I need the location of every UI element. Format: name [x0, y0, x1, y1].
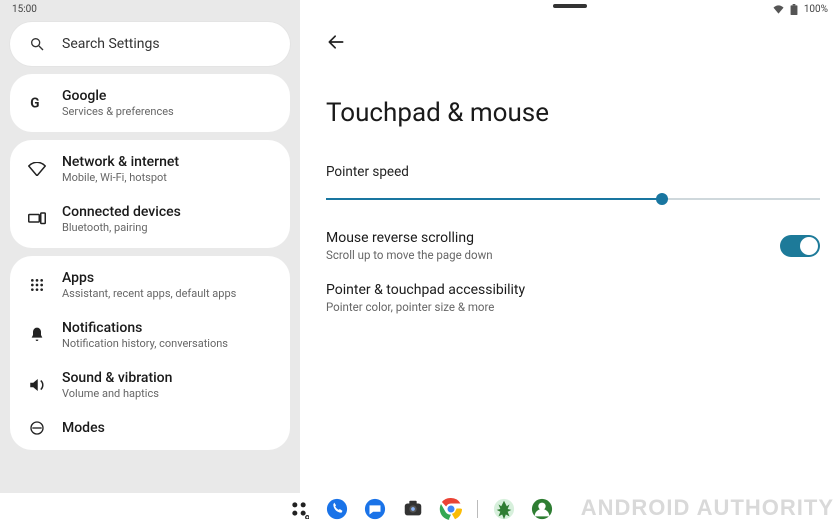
- taskbar-separator: [477, 500, 478, 518]
- reverse-scrolling-row[interactable]: Mouse reverse scrolling Scroll up to mov…: [326, 230, 820, 262]
- status-time: 15:00: [12, 4, 37, 15]
- sidebar-group-apps: Apps Assistant, recent apps, default app…: [10, 256, 290, 450]
- sidebar-item-network[interactable]: Network & internet Mobile, Wi-Fi, hotspo…: [10, 144, 290, 194]
- reverse-scrolling-sub: Scroll up to move the page down: [326, 248, 493, 262]
- sound-icon: [26, 377, 48, 393]
- sidebar-item-label: Sound & vibration: [62, 370, 172, 386]
- pointer-speed-section: Pointer speed: [326, 164, 820, 208]
- sidebar-group-google: G Google Services & preferences: [10, 74, 290, 132]
- pointer-accessibility-sub: Pointer color, pointer size & more: [326, 300, 525, 314]
- sidebar-item-label: Modes: [62, 420, 105, 436]
- taskbar-app-2-icon[interactable]: [530, 497, 554, 521]
- sidebar-item-sub: Services & preferences: [62, 105, 174, 118]
- messages-app-icon[interactable]: [363, 497, 387, 521]
- pointer-speed-label: Pointer speed: [326, 164, 820, 180]
- bell-icon: [26, 326, 48, 344]
- sidebar-item-sub: Mobile, Wi-Fi, hotspot: [62, 171, 179, 184]
- wifi-status-icon: [773, 5, 784, 14]
- pointer-speed-slider[interactable]: [326, 190, 820, 208]
- sidebar-item-google[interactable]: G Google Services & preferences: [10, 78, 290, 128]
- slider-fill: [326, 198, 662, 200]
- devices-icon: [26, 212, 48, 226]
- chrome-app-icon[interactable]: [439, 497, 463, 521]
- sidebar-item-label: Notifications: [62, 320, 228, 336]
- sidebar-item-notifications[interactable]: Notifications Notification history, conv…: [10, 310, 290, 360]
- phone-app-icon[interactable]: [325, 497, 349, 521]
- main-panel: Touchpad & mouse Pointer speed Mouse rev…: [300, 0, 840, 493]
- sidebar-item-label: Google: [62, 88, 174, 104]
- status-bar: 15:00 100%: [0, 0, 840, 18]
- wifi-icon: [26, 162, 48, 176]
- pointer-accessibility-row[interactable]: Pointer & touchpad accessibility Pointer…: [326, 282, 820, 314]
- sidebar-item-label: Connected devices: [62, 204, 181, 220]
- google-icon: G: [26, 94, 48, 112]
- search-icon: [26, 36, 48, 52]
- sidebar-item-sub: Assistant, recent apps, default apps: [62, 287, 236, 300]
- settings-sidebar: Search Settings G Google Services & pref…: [0, 0, 300, 493]
- search-placeholder: Search Settings: [62, 36, 160, 52]
- toggle-knob: [800, 237, 818, 255]
- sidebar-item-label: Network & internet: [62, 154, 179, 170]
- pointer-accessibility-title: Pointer & touchpad accessibility: [326, 282, 525, 298]
- sidebar-item-modes[interactable]: Modes: [10, 410, 290, 446]
- svg-text:G: G: [30, 96, 39, 112]
- battery-pct: 100%: [804, 4, 828, 15]
- app-drawer-icon[interactable]: [287, 497, 311, 521]
- taskbar: [0, 493, 840, 525]
- reverse-scrolling-title: Mouse reverse scrolling: [326, 230, 493, 246]
- apps-icon: [26, 277, 48, 293]
- sidebar-item-sub: Volume and haptics: [62, 387, 172, 400]
- taskbar-app-1-icon[interactable]: [492, 497, 516, 521]
- sidebar-item-apps[interactable]: Apps Assistant, recent apps, default app…: [10, 260, 290, 310]
- reverse-scrolling-toggle[interactable]: [780, 235, 820, 257]
- modes-icon: [26, 420, 48, 436]
- sidebar-item-sound[interactable]: Sound & vibration Volume and haptics: [10, 360, 290, 410]
- sidebar-item-sub: Notification history, conversations: [62, 337, 228, 350]
- page-title: Touchpad & mouse: [326, 98, 820, 128]
- sidebar-item-sub: Bluetooth, pairing: [62, 221, 181, 234]
- slider-thumb[interactable]: [656, 193, 668, 205]
- search-settings[interactable]: Search Settings: [10, 22, 290, 66]
- sidebar-item-label: Apps: [62, 270, 236, 286]
- camera-app-icon[interactable]: [401, 497, 425, 521]
- sidebar-item-connected-devices[interactable]: Connected devices Bluetooth, pairing: [10, 194, 290, 244]
- battery-status-icon: [790, 4, 798, 15]
- back-button[interactable]: [326, 32, 820, 52]
- sidebar-group-network: Network & internet Mobile, Wi-Fi, hotspo…: [10, 140, 290, 248]
